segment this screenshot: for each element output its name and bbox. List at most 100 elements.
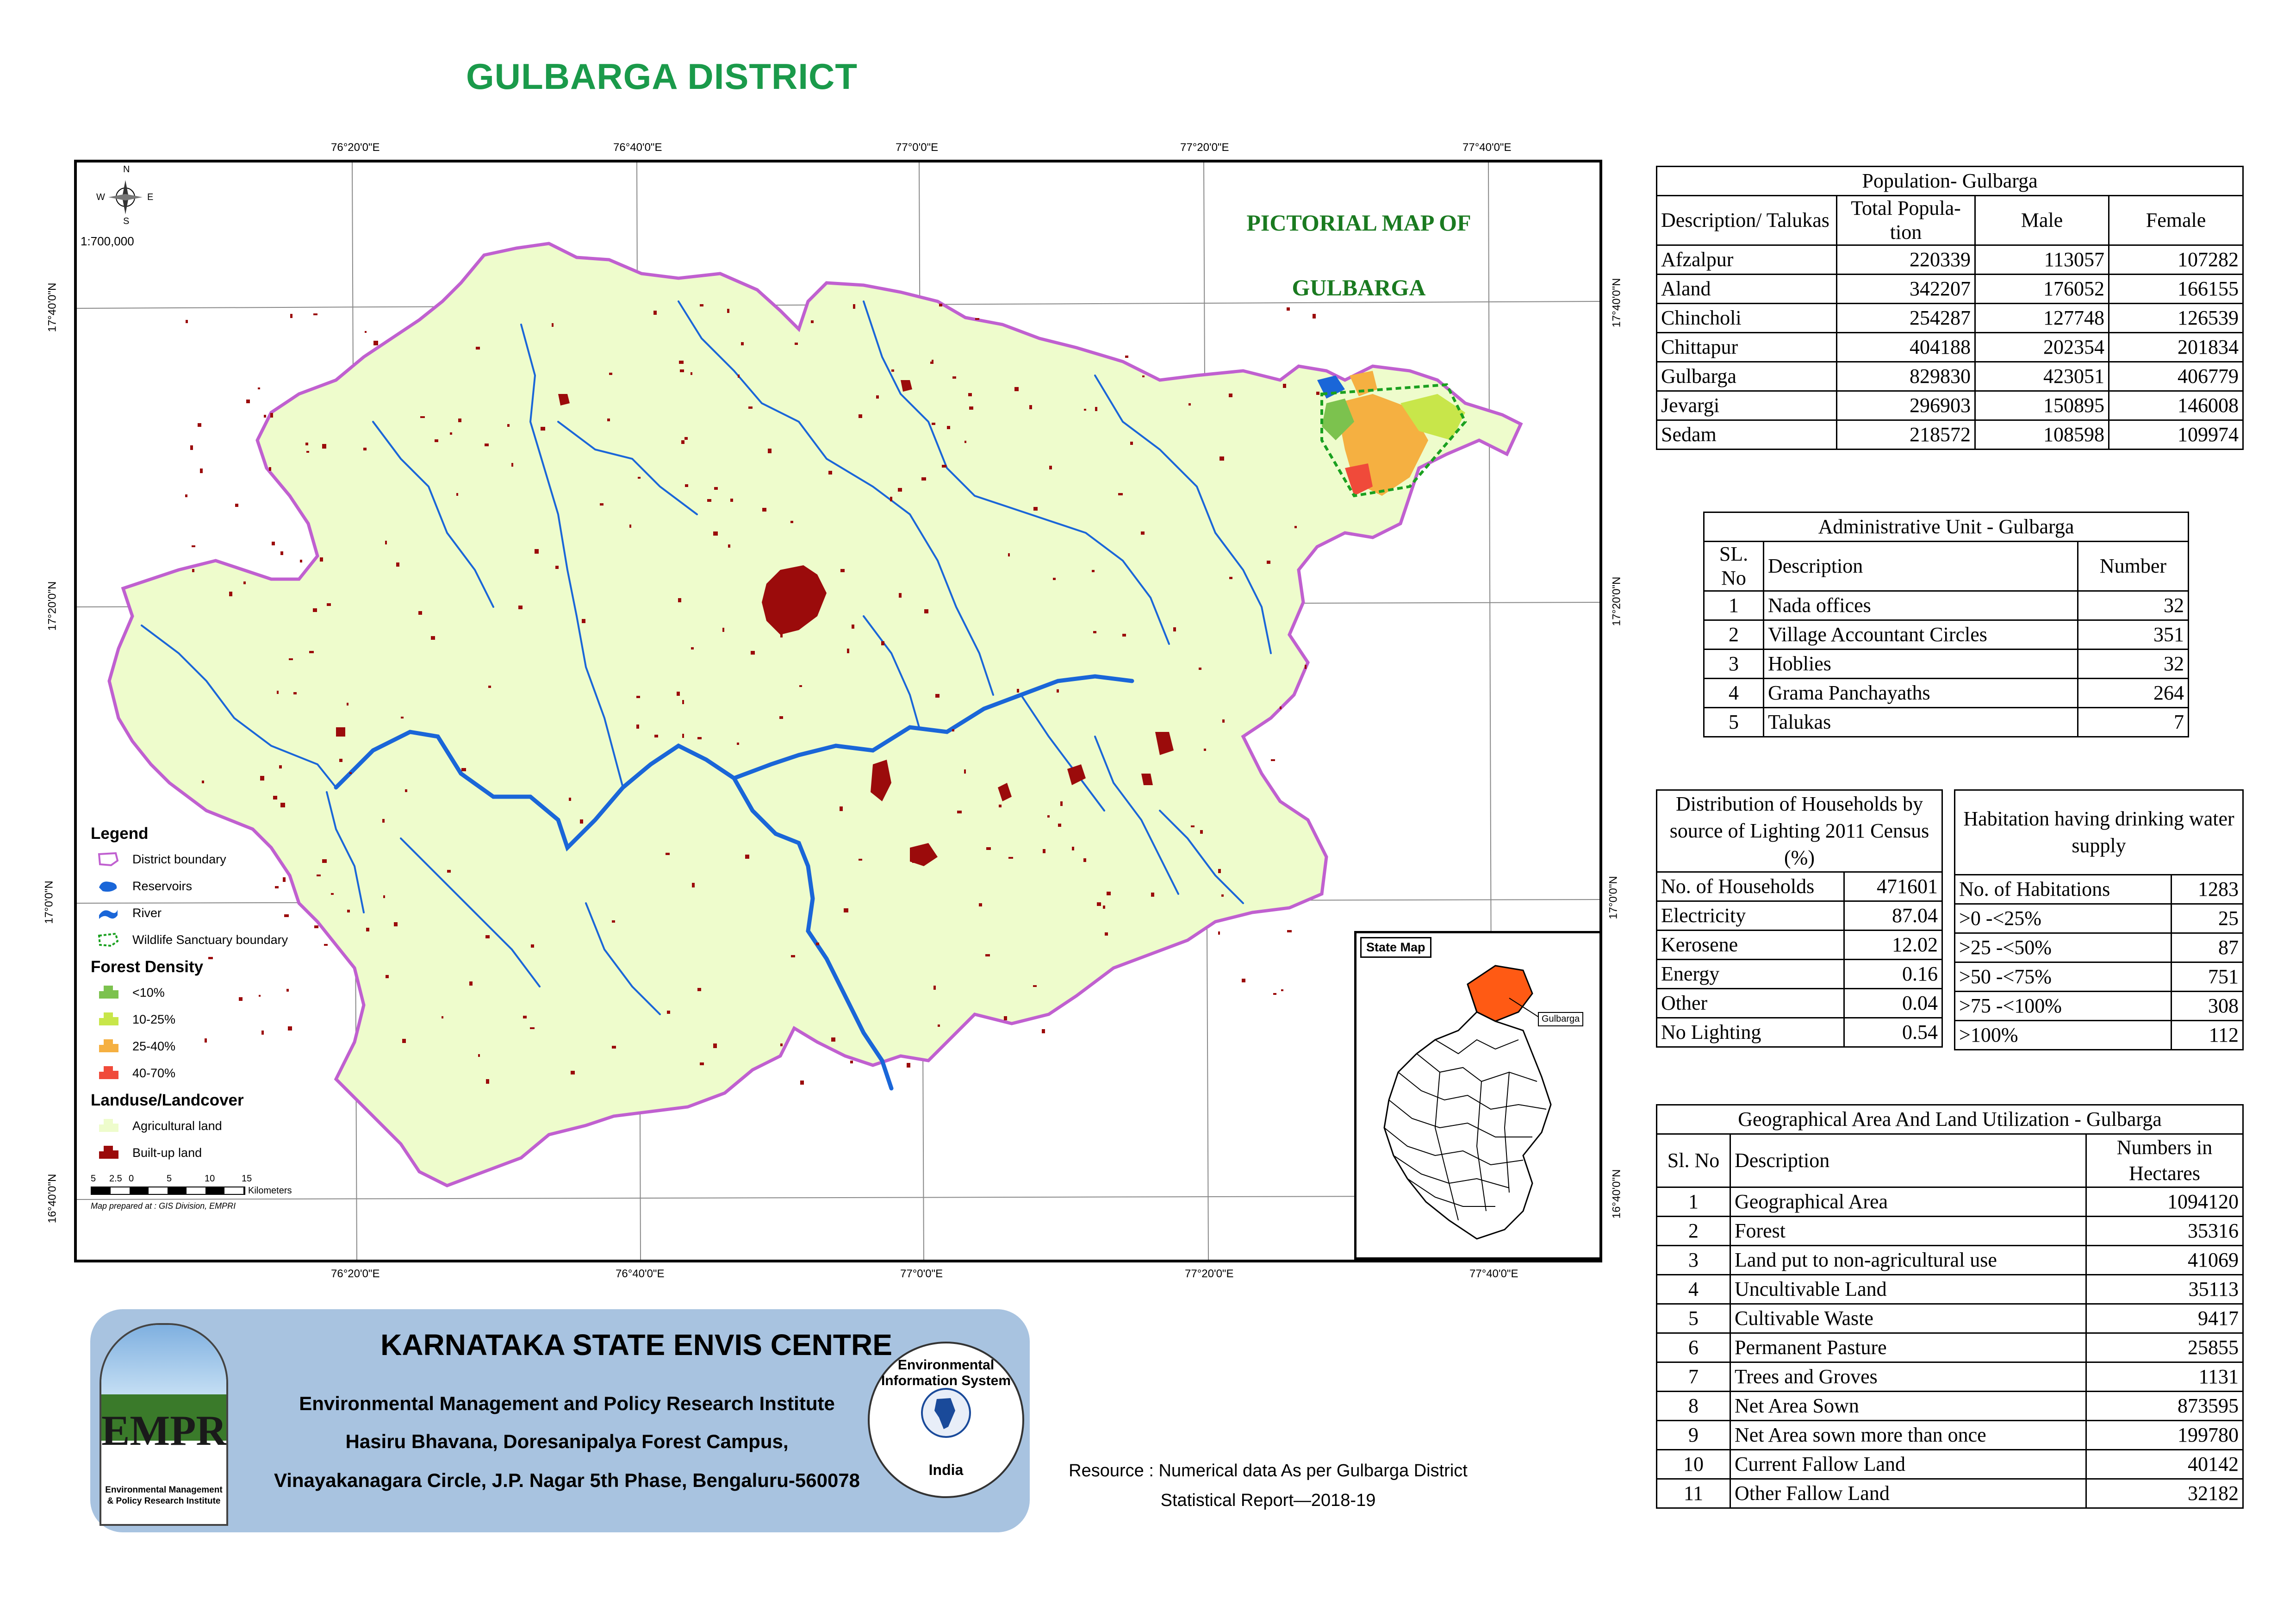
builtup-dot — [800, 1081, 804, 1085]
forest-dense-icon — [99, 1039, 118, 1052]
habitation-caption: Habitation having drinking water supply — [1954, 789, 2244, 875]
builtup-dot — [363, 448, 367, 450]
builtup-dot — [795, 343, 798, 345]
legend-item-agricultural: Agricultural land — [91, 1112, 350, 1139]
builtup-dot — [1122, 634, 1126, 637]
lat-label-left-4: 16°40'0"N — [46, 1174, 59, 1224]
builtup-dot — [852, 625, 854, 629]
builtup-dot — [235, 504, 238, 507]
builtup-dot — [738, 375, 740, 378]
builtup-dot — [607, 418, 610, 421]
builtup-dot — [691, 372, 692, 375]
builtup-dot — [768, 449, 772, 453]
state-map-inset[interactable]: State Map Gulbarga — [1354, 931, 1599, 1260]
legend-item-forest-lt10: <10% — [91, 979, 350, 1006]
builtup-dot — [999, 805, 1002, 807]
map-scale: 1:700,000 — [81, 234, 134, 248]
builtup-dot — [555, 566, 559, 569]
builtup-dot — [478, 1054, 480, 1057]
builtup-dot — [1058, 824, 1061, 827]
builtup-dot — [279, 765, 282, 768]
builtup-dot — [629, 525, 631, 528]
builtup-dot — [975, 318, 979, 320]
lon-label-top-3: 77°0'0"E — [896, 141, 939, 154]
builtup-dot — [1130, 442, 1133, 445]
builtup-dot — [979, 903, 982, 906]
builtup-dot — [939, 304, 942, 306]
builtup-dot — [272, 542, 275, 545]
builtup-dot — [1107, 892, 1111, 895]
builtup-dot — [780, 633, 783, 637]
builtup-dot — [306, 451, 309, 453]
builtup-dot — [264, 415, 266, 418]
builtup-dot — [383, 895, 385, 898]
table-row: 7 Trees and Groves 1131 — [1656, 1362, 2244, 1392]
builtup-dot — [202, 781, 204, 783]
builtup-dot — [1043, 849, 1045, 853]
population-header-female: Female — [2108, 195, 2244, 246]
builtup-dot — [523, 1016, 527, 1018]
lat-label-left-1: 17°40'0"N — [46, 282, 59, 332]
builtup-dot — [1141, 531, 1145, 535]
builtup-dot — [1053, 578, 1056, 580]
legend-item-forest-40-70: 40-70% — [91, 1060, 350, 1087]
builtup-dot — [779, 716, 783, 719]
builtup-dot — [1008, 553, 1010, 556]
table-row: Chincholi 254287 127748 126539 — [1656, 303, 2244, 333]
builtup-dot — [469, 981, 473, 986]
map-frame[interactable]: N S E W 1:700,000 PICTORIAL MAP OF GULBA… — [74, 160, 1602, 1262]
builtup-dot — [1049, 466, 1052, 469]
table-row: No. of Habitations 1283 — [1954, 874, 2244, 905]
builtup-dot — [313, 608, 317, 612]
table-row: 1 Nada offices 32 — [1703, 590, 2189, 621]
builtup-dot — [531, 944, 534, 948]
builtup-dot — [260, 776, 264, 781]
builtup-dot — [418, 611, 422, 615]
builtup-dot — [1229, 577, 1232, 579]
builtup-dot — [890, 497, 892, 501]
lon-label-top-1: 76°20'0"E — [331, 141, 380, 154]
envis-logo-country: India — [928, 1462, 964, 1478]
builtup-dot — [921, 477, 926, 481]
builtup-dot — [1287, 930, 1292, 932]
resource-line-1: Resource : Numerical data As per Gulbarg… — [1069, 1461, 1468, 1480]
table-row: No. of Households 471601 — [1656, 871, 1943, 902]
builtup-dot — [952, 729, 954, 731]
builtup-dot — [365, 331, 367, 333]
builtup-dot — [1017, 689, 1019, 693]
population-table: Population- Gulbarga Description/ Taluka… — [1656, 166, 2244, 450]
table-row: Kerosene 12.02 — [1656, 930, 1943, 960]
builtup-dot — [305, 443, 308, 445]
builtup-dot — [1199, 668, 1201, 670]
reservoir-icon — [99, 881, 117, 892]
builtup-dot — [280, 803, 285, 807]
table-row: 3 Hoblies 32 — [1703, 649, 2189, 679]
builtup-dot — [790, 521, 793, 523]
legend-item-river: River — [91, 899, 350, 926]
builtup-dot — [609, 373, 612, 375]
table-row: 2 Forest 35316 — [1656, 1216, 2244, 1246]
wildlife-boundary-icon — [98, 932, 119, 947]
builtup-dot — [1092, 570, 1095, 572]
builtup-dot — [697, 988, 701, 991]
table-row: 5 Talukas 7 — [1703, 707, 2189, 737]
table-row: >25 -<50% 87 — [1954, 932, 2244, 963]
builtup-dot — [840, 569, 845, 572]
builtup-dot — [1242, 979, 1245, 982]
builtup-dot — [373, 341, 378, 345]
builtup-dot — [185, 494, 187, 497]
builtup-dot — [933, 986, 936, 990]
builtup-dot — [571, 1071, 575, 1074]
builtup-dot — [684, 437, 688, 440]
builtup-dot — [667, 1011, 670, 1014]
table-row: >0 -<25% 25 — [1954, 903, 2244, 934]
builtup-dot — [246, 400, 250, 403]
scale-bar: 5 2.5 0 5 10 15 Kilometers Map prepared … — [91, 1174, 292, 1211]
builtup-dot — [1273, 993, 1276, 995]
builtup-dot — [1305, 665, 1307, 669]
builtup-dot — [541, 427, 545, 431]
builtup-dot — [1105, 932, 1108, 936]
builtup-dot — [748, 406, 753, 409]
builtup-dot — [964, 441, 966, 443]
builtup-dot — [692, 883, 695, 887]
